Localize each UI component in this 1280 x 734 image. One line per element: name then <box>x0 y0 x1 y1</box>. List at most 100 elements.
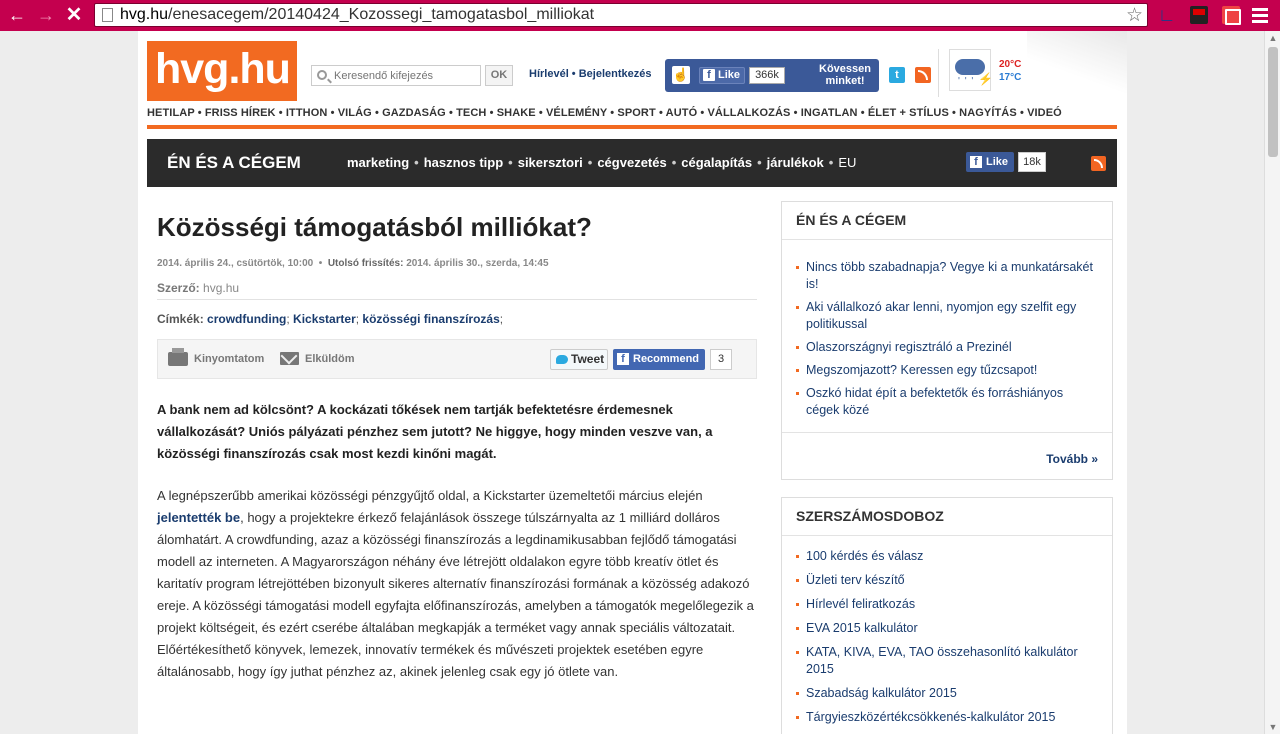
forward-icon[interactable]: → <box>34 4 58 26</box>
menu-separator: • <box>414 155 419 170</box>
back-icon[interactable]: ← <box>5 4 29 26</box>
tag-link[interactable]: közösségi finanszírozás <box>362 312 499 326</box>
header-links: Hírlevél • Bejelentkezés <box>529 68 652 80</box>
main-nav-item[interactable]: VÉLEMÉNY <box>546 107 607 119</box>
recommend-count: 3 <box>710 349 732 370</box>
section-menu-item[interactable]: marketing <box>347 155 409 170</box>
menu-separator: • <box>587 155 593 170</box>
sidebar-news-item[interactable]: Nincs több szabadnapja? Vegye ki a munka… <box>796 259 1098 293</box>
news-list: Nincs több szabadnapja? Vegye ki a munka… <box>782 259 1112 419</box>
sidebar-tool-item[interactable]: KATA, KIVA, EVA, TAO összehasonlító kalk… <box>796 644 1098 678</box>
facebook-like-button[interactable]: Like <box>699 67 745 84</box>
share-bar: Kinyomtatom Elküldöm Tweet Recommend 3 <box>157 339 757 379</box>
scrollbar-thumb[interactable] <box>1268 47 1278 157</box>
article-updated: 2014. április 30., szerda, 14:45 <box>406 258 549 269</box>
weather-storm-icon[interactable]: ' ' ' ⚡ <box>949 49 993 91</box>
sidebar-box-section-news: ÉN ÉS A CÉGEM Nincs több szabadnapja? Ve… <box>781 201 1113 480</box>
menu-separator: • <box>828 155 834 170</box>
scroll-down-icon[interactable]: ▼ <box>1268 722 1278 732</box>
sidebar-tool-item[interactable]: Tárgyieszközértékcsökkenés-kalkulátor 20… <box>796 709 1098 726</box>
address-bar[interactable]: hvg.hu/enesacegem/20140424_Kozossegi_tam… <box>94 3 1148 27</box>
scrollbar[interactable]: ▲ ▼ <box>1264 31 1280 734</box>
tag-link[interactable]: Kickstarter <box>293 312 356 326</box>
menu-icon[interactable] <box>1250 5 1270 25</box>
divider <box>157 299 757 300</box>
nav-separator: • <box>697 107 708 119</box>
section-menu-item[interactable]: EU <box>838 155 856 170</box>
tags-label: Címkék: <box>157 312 204 326</box>
page-corner-decoration <box>1027 31 1127 101</box>
newsletter-link[interactable]: Hírlevél <box>529 68 569 80</box>
section-menu-item[interactable]: sikersztori <box>518 155 583 170</box>
divider <box>938 49 939 97</box>
sidebar-news-item[interactable]: Megszomjazott? Keressen egy tűzcsapot! <box>796 362 1098 379</box>
sidebar-tool-item[interactable]: Szabadság kalkulátor 2015 <box>796 685 1098 702</box>
main-nav-item[interactable]: TECH <box>456 107 486 119</box>
extension-icon[interactable] <box>1222 6 1241 25</box>
main-nav-item[interactable]: SPORT <box>617 107 655 119</box>
stop-icon[interactable]: ✕ <box>62 4 86 26</box>
menu-separator: • <box>671 155 677 170</box>
sidebar-news-item[interactable]: Olaszországnyi regisztráló a Prezinél <box>796 339 1098 356</box>
section-menu-item[interactable]: hasznos tipp <box>424 155 503 170</box>
nav-separator: • <box>1016 107 1028 119</box>
nav-separator: • <box>275 107 286 119</box>
email-button[interactable]: Elküldöm <box>305 353 355 365</box>
main-nav-item[interactable]: AUTÓ <box>666 107 698 119</box>
facebook-recommend-button[interactable]: Recommend <box>613 349 705 370</box>
article-lead: A bank nem ad kölcsönt? A kockázati tőké… <box>157 402 713 461</box>
section-menu-item[interactable]: cégalapítás <box>681 155 752 170</box>
nav-separator: • <box>607 107 618 119</box>
print-button[interactable]: Kinyomtatom <box>194 353 264 365</box>
main-nav-item[interactable]: SHAKE <box>497 107 536 119</box>
main-nav-item[interactable]: FRISS HÍREK <box>205 107 276 119</box>
sidebar-tool-item[interactable]: EVA 2015 kalkulátor <box>796 620 1098 637</box>
extension-icon[interactable] <box>1190 6 1208 24</box>
section-title[interactable]: ÉN ÉS A CÉGEM <box>167 153 301 173</box>
sidebar-box-title: SZERSZÁMOSDOBOZ <box>782 498 1112 536</box>
main-nav-item[interactable]: VIDEÓ <box>1027 107 1062 119</box>
login-link[interactable]: Bejelentkezés <box>579 68 652 80</box>
main-nav-item[interactable]: GAZDASÁG <box>382 107 446 119</box>
main-nav-item[interactable]: ITTHON <box>286 107 328 119</box>
tag-link[interactable]: crowdfunding <box>207 312 286 326</box>
sidebar-tool-item[interactable]: Üzleti terv készítő <box>796 572 1098 589</box>
section-facebook-like-button[interactable]: Like <box>966 152 1014 172</box>
body-text: A legnépszerűbb amerikai közösségi pénzg… <box>157 488 703 503</box>
nav-separator: • <box>371 107 383 119</box>
sidebar-news-item[interactable]: Oszkó hidat épít a befektetők és forrásh… <box>796 385 1098 419</box>
main-nav-item[interactable]: INGATLAN <box>801 107 858 119</box>
search-button[interactable]: OK <box>485 65 513 86</box>
main-nav-item[interactable]: VILÁG <box>338 107 372 119</box>
twitter-icon[interactable]: t <box>889 67 905 83</box>
more-link[interactable]: Tovább » <box>1046 452 1098 466</box>
main-nav-item[interactable]: NAGYÍTÁS <box>959 107 1017 119</box>
sidebar-news-item[interactable]: Aki vállalkozó akar lenni, nyomjon egy s… <box>796 299 1098 333</box>
printer-icon[interactable] <box>168 348 188 366</box>
facebook-follow-label[interactable]: Kövessen minket! <box>815 63 875 87</box>
facebook-like-count: 366k <box>749 67 785 84</box>
temperature-high: 20°C <box>999 59 1022 70</box>
body-link[interactable]: jelentették be <box>157 510 240 525</box>
tweet-button[interactable]: Tweet <box>550 349 608 370</box>
mail-icon[interactable] <box>280 352 299 365</box>
main-nav-item[interactable]: HETILAP <box>147 107 195 119</box>
rss-icon[interactable] <box>915 67 931 83</box>
section-menu-item[interactable]: járulékok <box>767 155 824 170</box>
nav-separator: • <box>535 107 546 119</box>
menu-separator: • <box>508 155 513 170</box>
main-nav-item[interactable]: VÁLLALKOZÁS <box>708 107 791 119</box>
sidebar-tool-item[interactable]: 100 kérdés és válasz <box>796 548 1098 565</box>
star-icon[interactable]: ☆ <box>1126 4 1143 27</box>
search-input[interactable] <box>334 68 474 83</box>
rss-icon[interactable] <box>1091 156 1106 171</box>
extension-icon[interactable]: ∟ <box>1158 6 1176 24</box>
main-nav-item[interactable]: ÉLET + STÍLUS <box>868 107 949 119</box>
url-text[interactable]: hvg.hu/enesacegem/20140424_Kozossegi_tam… <box>120 6 594 24</box>
sidebar-tool-item[interactable]: Hírlevél feliratkozás <box>796 596 1098 613</box>
section-menu-item[interactable]: cégvezetés <box>597 155 666 170</box>
scroll-up-icon[interactable]: ▲ <box>1268 33 1278 43</box>
nav-separator: • <box>194 107 205 119</box>
site-logo[interactable]: hvg.hu <box>147 41 297 101</box>
thumbs-up-icon: ☝ <box>672 66 690 84</box>
